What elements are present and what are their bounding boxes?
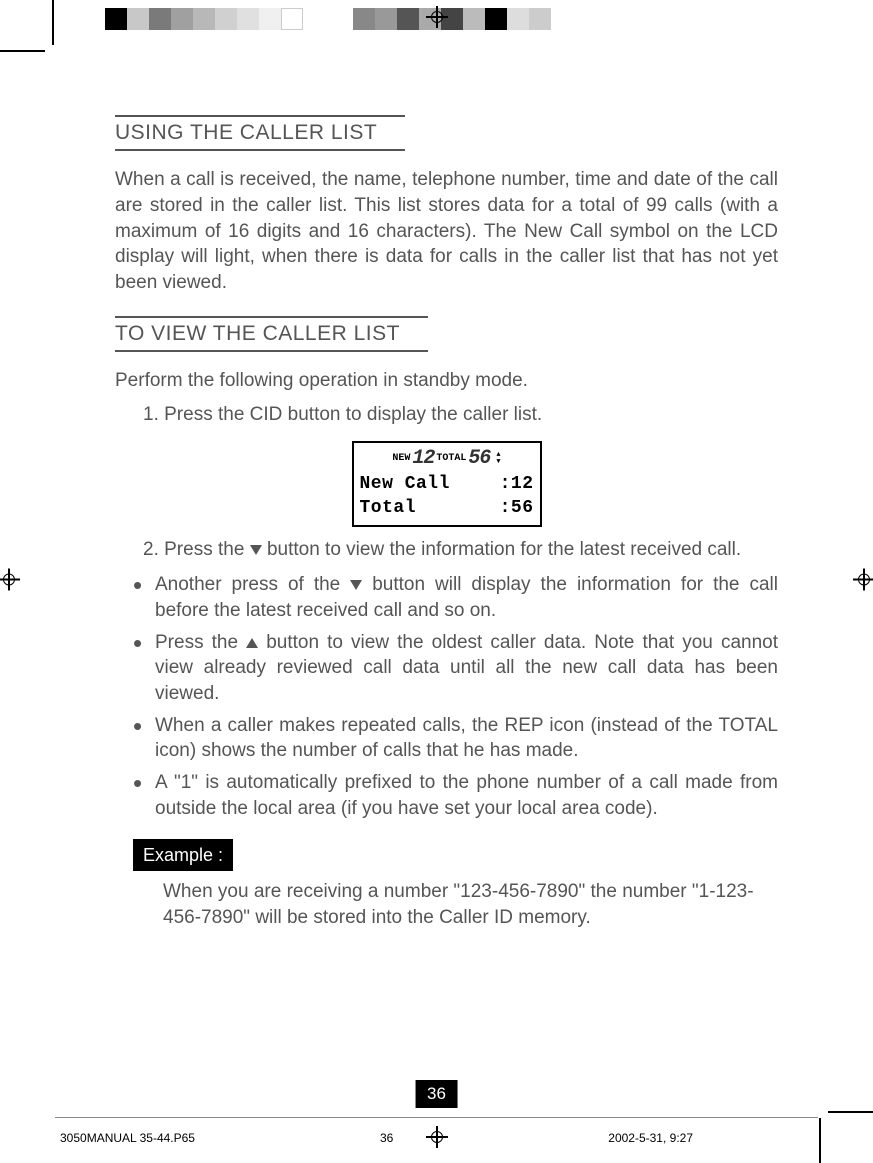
lcd-new-value: 12 bbox=[412, 445, 434, 472]
bullet-2: Press the button to view the oldest call… bbox=[133, 630, 778, 707]
down-triangle-icon bbox=[250, 545, 262, 555]
step-2-text-a: 2. Press the bbox=[143, 539, 250, 560]
paragraph-perform: Perform the following operation in stand… bbox=[115, 368, 778, 394]
registration-mark-left bbox=[0, 570, 18, 593]
lcd-row2-left: Total bbox=[360, 496, 417, 520]
step-1: 1. Press the CID button to display the c… bbox=[115, 402, 778, 428]
lcd-row2-right: :56 bbox=[500, 496, 534, 520]
paragraph-intro: When a call is received, the name, telep… bbox=[115, 167, 778, 295]
footer-datetime: 2002-5-31, 9:27 bbox=[608, 1131, 693, 1145]
crop-mark bbox=[0, 50, 45, 52]
bullet-2a: Press the bbox=[155, 632, 246, 653]
down-triangle-icon bbox=[350, 580, 362, 590]
footer-filename: 3050MANUAL 35-44.P65 bbox=[60, 1131, 195, 1145]
page-content: USING THE CALLER LIST When a call is rec… bbox=[115, 115, 778, 1023]
footer-page: 36 bbox=[380, 1131, 393, 1145]
lcd-new-label: NEW bbox=[392, 452, 410, 466]
lcd-illustration: NEW 12 TOTAL 56 ▲▼ New Call :12 Total :5… bbox=[115, 441, 778, 527]
registration-mark-footer bbox=[428, 1128, 446, 1149]
example-label: Example : bbox=[133, 839, 233, 871]
example-text: When you are receiving a number "123-456… bbox=[115, 879, 778, 930]
step-2-text-b: button to view the information for the l… bbox=[262, 539, 741, 560]
bullet-1: Another press of the button will display… bbox=[133, 572, 778, 623]
up-triangle-icon bbox=[246, 638, 258, 648]
bullet-3: When a caller makes repeated calls, the … bbox=[133, 713, 778, 764]
footer: 3050MANUAL 35-44.P65 36 2002-5-31, 9:27 bbox=[60, 1131, 813, 1145]
lcd-arrows-icon: ▲▼ bbox=[496, 452, 500, 466]
heading-view-caller-list: TO VIEW THE CALLER LIST bbox=[115, 316, 428, 352]
color-calibration-bar bbox=[105, 8, 768, 30]
lcd-row1-left: New Call bbox=[360, 472, 450, 496]
bullet-4: A "1" is automatically prefixed to the p… bbox=[133, 770, 778, 821]
registration-mark-icon bbox=[428, 8, 446, 26]
bullet-1a: Another press of the bbox=[155, 574, 350, 595]
footer-divider bbox=[55, 1117, 818, 1118]
lcd-row1-right: :12 bbox=[500, 472, 534, 496]
bullet-list: Another press of the button will display… bbox=[115, 572, 778, 821]
step-2: 2. Press the button to view the informat… bbox=[115, 537, 778, 563]
crop-mark bbox=[828, 1111, 873, 1113]
page-number-badge: 36 bbox=[415, 1080, 458, 1108]
lcd-total-value: 56 bbox=[468, 445, 490, 472]
lcd-total-label: TOTAL bbox=[436, 452, 466, 466]
registration-mark-right bbox=[855, 570, 873, 593]
heading-using-caller-list: USING THE CALLER LIST bbox=[115, 115, 405, 151]
